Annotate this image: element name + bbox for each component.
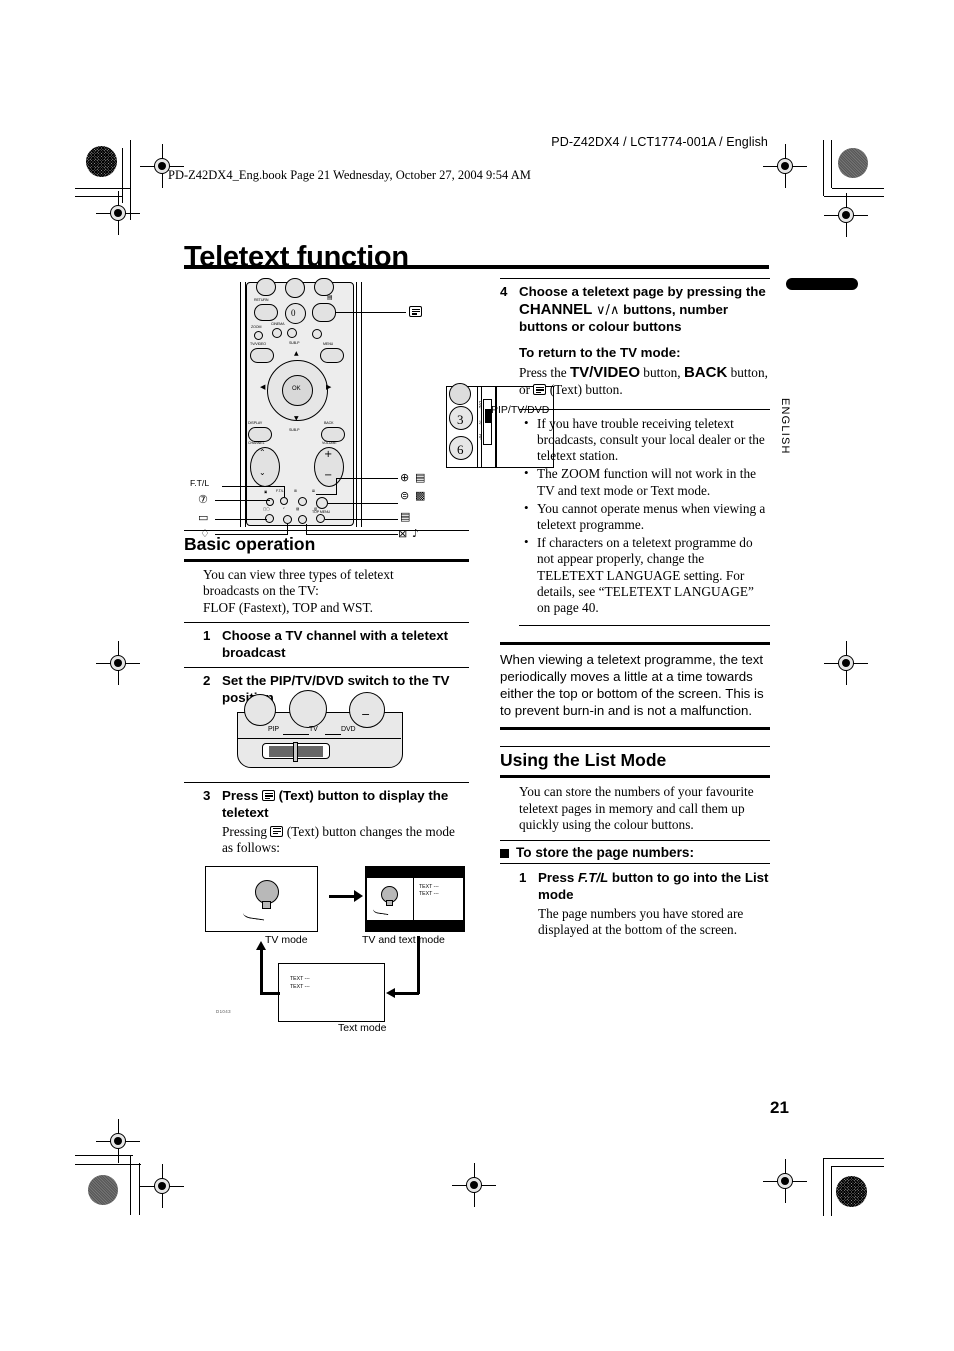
subheading-store-page-numbers: To store the page numbers: <box>500 841 770 863</box>
rule-after-bullets <box>519 625 770 627</box>
teletext-mode-flow-figure: TV mode TEXT --- TEXT --- TV and text mo… <box>205 866 465 1034</box>
step-3-number: 3 <box>203 788 211 804</box>
bullet-item: You cannot operate menus when viewing a … <box>519 500 770 533</box>
list-mode-intro: You can store the numbers of your favour… <box>519 784 754 833</box>
step-3-heading: Press (Text) button to display the telet… <box>222 788 469 821</box>
figure-code: D1043 <box>216 1009 231 1014</box>
left-column: Basic operation You can view three types… <box>184 278 469 856</box>
text-button-icon <box>261 790 275 802</box>
step-3-body: Pressing (Text) button changes the mode … <box>184 822 469 857</box>
burn-in-note-text: When viewing a teletext programme, the t… <box>500 652 764 719</box>
list-step-1-body: The page numbers you have stored are dis… <box>538 905 744 937</box>
return-to-tv-block: To return to the TV mode: Press the TV/V… <box>500 336 770 399</box>
step-4-number: 4 <box>500 284 508 299</box>
burn-in-note-box: When viewing a teletext programme, the t… <box>500 642 770 731</box>
document-model-header: PD-Z42DX4 / LCT1774-001A / English <box>551 135 768 149</box>
bullet-item: The ZOOM function will not work in the T… <box>519 465 770 498</box>
page-number: 21 <box>770 1098 789 1117</box>
tv-text-screen-line2: TEXT --- <box>419 891 439 897</box>
tv-and-text-mode-caption: TV and text mode <box>362 934 445 946</box>
square-bullet-icon <box>500 849 509 859</box>
pip-tv-dvd-switch-figure: − PIP TV DVD <box>237 690 403 768</box>
section-heading-using-list-mode: Using the List Mode <box>500 750 667 771</box>
step-1-heading: Choose a TV channel with a teletext broa… <box>222 628 449 660</box>
list-step-1-pre: Press <box>538 870 578 886</box>
list-step-1-number: 1 <box>519 870 527 886</box>
step-1-number: 1 <box>203 628 211 644</box>
text-mode-caption: Text mode <box>338 1022 387 1034</box>
notes-bullet-list: If you have trouble receiving teletext b… <box>519 410 770 626</box>
subheading-label: To store the page numbers: <box>516 845 694 861</box>
text-mode-screen <box>278 963 385 1022</box>
text-button-icon-2 <box>270 825 284 837</box>
title-rule <box>184 265 769 269</box>
return-to-tv-heading: To return to the TV mode: <box>519 344 681 360</box>
return-to-tv-body: Press the TV/VIDEO button, BACK button, … <box>519 362 770 399</box>
right-column: 4 Choose a teletext page by pressing the… <box>500 278 770 938</box>
basic-operation-intro: You can view three types of teletext broa… <box>203 567 394 615</box>
page-title: Teletext function <box>184 241 409 274</box>
step-3-heading-pre: Press <box>222 788 262 804</box>
registration-mark-left <box>96 641 140 685</box>
step-4-heading-p0: Choose a teletext page by pressing the <box>519 284 766 299</box>
tv-mode-caption: TV mode <box>265 934 308 946</box>
return-body-4: (Text) button. <box>546 382 623 398</box>
list-step-1: 1 Press F.T/L button to go into the List… <box>500 864 770 903</box>
return-body-tvvideo: TV/VIDEO <box>569 363 640 381</box>
registration-mark-bottom-center <box>452 1163 496 1207</box>
step-2-number: 2 <box>203 673 211 689</box>
step-1: 1 Choose a TV channel with a teletext br… <box>184 623 469 667</box>
section-heading-basic-operation: Basic operation <box>184 534 316 554</box>
step-4-heading-arrows: ∨/∧ <box>596 302 620 318</box>
switch-pos-dvd: DVD <box>341 726 356 733</box>
step-4-heading: Choose a teletext page by pressing the C… <box>519 284 770 336</box>
language-tab-marker <box>786 278 858 290</box>
text-mode-line2: TEXT --- <box>290 984 310 990</box>
step-3-body-pre: Pressing <box>222 823 271 839</box>
book-source-line: PD-Z42DX4_Eng.book Page 21 Wednesday, Oc… <box>168 168 531 182</box>
return-body-back: BACK <box>683 363 728 381</box>
step-4-heading-channel: CHANNEL <box>519 300 593 318</box>
switch-pos-pip: PIP <box>268 726 279 733</box>
text-button-icon-3 <box>533 384 547 396</box>
step-4: 4 Choose a teletext page by pressing the… <box>500 279 770 336</box>
return-body-2: button, <box>639 364 684 380</box>
manual-page: PD-Z42DX4 / LCT1774-001A / English PD-Z4… <box>0 0 954 1351</box>
registration-mark-right <box>824 641 868 685</box>
switch-pos-tv: TV <box>309 726 318 733</box>
language-tab-label: ENGLISH <box>779 398 791 455</box>
text-mode-line1: TEXT --- <box>290 976 310 982</box>
list-step-1-heading: Press F.T/L button to go into the List m… <box>538 870 770 903</box>
list-step-1-ftl: F.T/L <box>577 870 609 886</box>
return-body-1: Press the <box>519 364 570 380</box>
bullet-item: If characters on a teletext programme do… <box>519 534 770 616</box>
bullet-item: If you have trouble receiving teletext b… <box>519 415 770 465</box>
step-3: 3 Press (Text) button to display the tel… <box>184 783 469 821</box>
